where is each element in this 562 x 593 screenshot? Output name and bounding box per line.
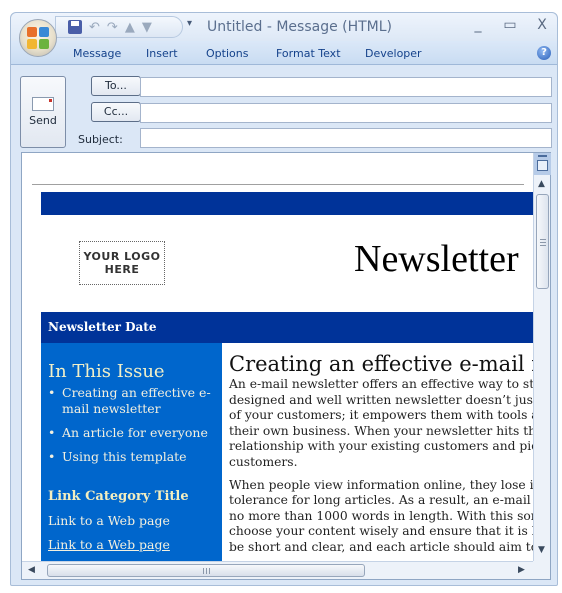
send-label: Send — [29, 114, 57, 127]
window-title: Untitled - Message (HTML) — [207, 19, 393, 35]
office-button[interactable] — [19, 19, 57, 57]
tab-insert[interactable]: Insert — [146, 47, 178, 60]
horizontal-scrollbar[interactable]: ◀ ▶ — [22, 561, 534, 579]
newsletter-date: Newsletter Date — [48, 320, 157, 334]
tab-options[interactable]: Options — [206, 47, 248, 60]
save-icon[interactable] — [68, 20, 82, 34]
article-paragraph: An e-mail newsletter offers an effective… — [229, 377, 534, 471]
ruler-icon — [537, 160, 548, 171]
scroll-down-arrow-icon[interactable]: ▼ — [538, 545, 545, 555]
logo-text-line1: YOUR LOGO — [83, 250, 161, 263]
message-body[interactable]: YOUR LOGO HERE Newsletter Newsletter Dat… — [21, 152, 551, 580]
article-title: Creating an effective e-mail ne — [229, 352, 534, 376]
tab-developer[interactable]: Developer — [365, 47, 422, 60]
web-link[interactable]: Link to a Web page — [48, 537, 170, 552]
split-handle-icon[interactable] — [538, 155, 547, 157]
list-item: An article for everyone — [48, 425, 218, 441]
sidebar: In This Issue Creating an effective e- m… — [41, 343, 222, 561]
date-band: Newsletter Date — [41, 312, 534, 343]
article-line: of your customers; it empowers them with… — [229, 408, 534, 423]
scroll-right-arrow-icon[interactable]: ▶ — [518, 565, 525, 575]
article-line: their own business. When your newsletter… — [229, 423, 534, 438]
article-line: be short and clear, and each article sho… — [229, 539, 534, 554]
article-line: relationship with your existing customer… — [229, 439, 534, 454]
article-line: tolerance for long articles. As a result… — [229, 493, 534, 508]
to-button[interactable]: To... — [91, 76, 141, 96]
horizontal-scroll-thumb[interactable] — [47, 564, 365, 577]
envelope-icon — [32, 97, 54, 111]
grip-icon — [206, 568, 207, 574]
grip-icon — [203, 568, 204, 574]
logo-text-line2: HERE — [104, 263, 140, 276]
article-line: choose your content wisely and ensure th… — [229, 524, 534, 539]
article-line: An e-mail newsletter offers an effective… — [229, 377, 534, 391]
vertical-scrollbar[interactable]: ▲ ▼ — [533, 153, 551, 561]
title-bar: ↶ ↷ ▲ ▼ ▾ Untitled - Message (HTML) _ ▭ … — [11, 13, 557, 41]
issue-list: Creating an effective e- mail newsletter… — [48, 385, 218, 473]
list-item: Using this template — [48, 449, 218, 465]
grip-icon — [540, 245, 546, 246]
article-line: designed and well written newsletter doe… — [229, 392, 534, 407]
to-field[interactable] — [140, 77, 552, 97]
link-category-title: Link Category Title — [48, 489, 189, 504]
list-item-text: Creating an effective e- — [62, 385, 211, 400]
article-line: no more than 1000 words in length. With … — [229, 508, 534, 523]
close-button[interactable]: X — [535, 17, 549, 33]
scroll-up-arrow-icon[interactable]: ▲ — [538, 179, 545, 189]
view-ruler-toggle[interactable] — [534, 153, 551, 175]
scrollbar-corner — [533, 561, 550, 579]
cc-field[interactable] — [140, 103, 552, 123]
article-paragraph: When people view information online, the… — [229, 478, 534, 556]
header-band — [41, 192, 534, 215]
horizontal-rule — [32, 184, 524, 185]
article-line: When people view information online, the… — [229, 477, 534, 492]
article: Creating an effective e-mail ne An e-mai… — [229, 351, 534, 561]
grip-icon — [540, 242, 546, 243]
logo-placeholder: YOUR LOGO HERE — [79, 241, 165, 285]
scroll-left-arrow-icon[interactable]: ◀ — [28, 565, 35, 575]
ribbon-tabs: Message Insert Options Format Text Devel… — [11, 41, 557, 65]
previous-item-icon[interactable]: ▲ — [125, 20, 135, 35]
next-item-icon[interactable]: ▼ — [142, 20, 152, 35]
redo-icon[interactable]: ↷ — [107, 20, 118, 35]
minimize-button[interactable]: _ — [471, 17, 485, 33]
message-header: Send To... Cc... Subject: — [11, 66, 557, 150]
maximize-button[interactable]: ▭ — [503, 17, 517, 33]
tab-message[interactable]: Message — [73, 47, 121, 60]
list-item: Creating an effective e- mail newsletter — [48, 385, 218, 417]
subject-label: Subject: — [78, 133, 123, 146]
grip-icon — [540, 239, 546, 240]
send-button[interactable]: Send — [20, 76, 66, 148]
office-logo-icon — [27, 27, 49, 49]
outlook-message-window: ↶ ↷ ▲ ▼ ▾ Untitled - Message (HTML) _ ▭ … — [10, 12, 558, 586]
cc-button[interactable]: Cc... — [91, 102, 141, 122]
newsletter-document[interactable]: YOUR LOGO HERE Newsletter Newsletter Dat… — [22, 153, 534, 561]
newsletter-title: Newsletter — [354, 238, 519, 280]
tab-format-text[interactable]: Format Text — [276, 47, 341, 60]
list-item-text: Using this template — [62, 449, 187, 464]
subject-field[interactable] — [140, 128, 552, 148]
web-link[interactable]: Link to a Web page — [48, 513, 170, 528]
sidebar-heading: In This Issue — [48, 361, 165, 382]
help-icon[interactable]: ? — [537, 46, 551, 60]
grip-icon — [209, 568, 210, 574]
quick-access-toolbar: ↶ ↷ ▲ ▼ — [55, 16, 183, 38]
undo-icon[interactable]: ↶ — [89, 20, 100, 35]
article-line: customers. — [229, 454, 298, 469]
list-item-text: mail newsletter — [62, 401, 161, 416]
list-item-text: An article for everyone — [62, 425, 208, 440]
vertical-scroll-thumb[interactable] — [536, 194, 549, 289]
customize-toolbar-icon[interactable]: ▾ — [187, 18, 192, 29]
